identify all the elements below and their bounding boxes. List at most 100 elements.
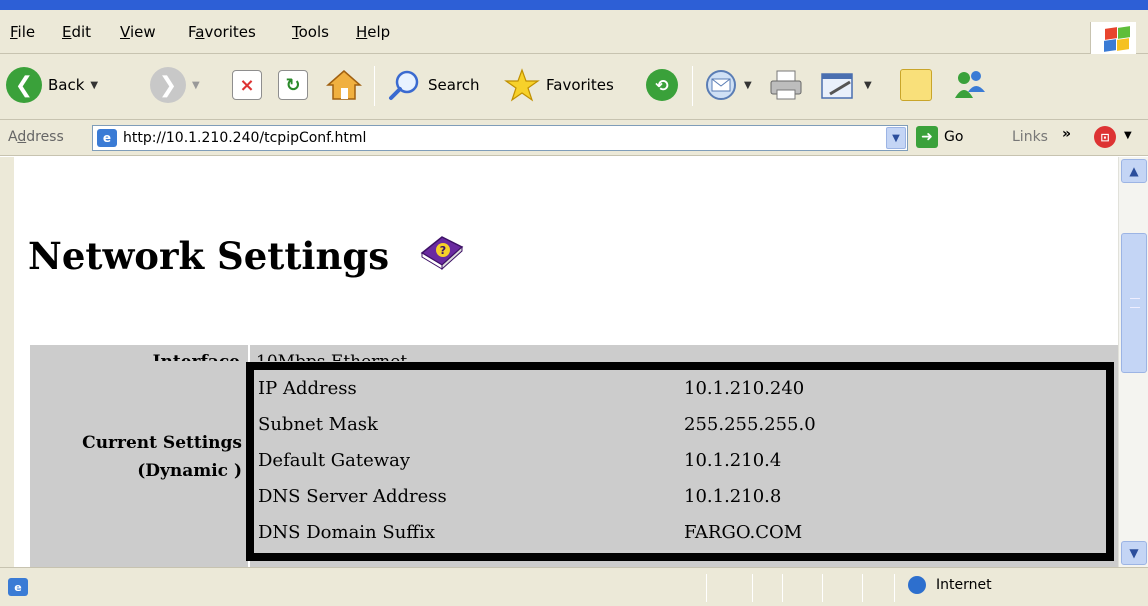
status-divider <box>752 574 753 602</box>
table-row: Default Gateway 10.1.210.4 <box>258 442 1098 478</box>
settings-table: IP Address 10.1.210.240 Subnet Mask 255.… <box>246 362 1114 561</box>
status-divider <box>862 574 863 602</box>
address-bar: Address e http://10.1.210.240/tcpipConf.… <box>0 120 1148 156</box>
current-settings-label-cell: Current Settings (Dynamic ) <box>30 361 248 567</box>
menu-favorites[interactable]: Favorites <box>188 23 256 41</box>
vertical-scrollbar[interactable]: ▲ ▼ <box>1118 157 1148 567</box>
printer-icon <box>770 70 802 100</box>
setting-value: 10.1.210.240 <box>684 378 805 399</box>
menu-view-label: iew <box>129 23 156 41</box>
menu-help-mnemonic: H <box>356 23 368 41</box>
status-divider <box>822 574 823 602</box>
page-title: Network Settings <box>28 234 390 278</box>
edit-dropdown-icon[interactable]: ▼ <box>864 80 872 91</box>
security-zone[interactable]: Internet <box>908 576 992 594</box>
go-arrow-icon: ➜ <box>916 126 938 148</box>
status-bar: e Internet <box>0 567 1148 606</box>
discuss-button[interactable] <box>900 63 932 107</box>
globe-icon <box>908 576 926 594</box>
edit-button[interactable]: ▼ <box>820 63 872 107</box>
menu-tools[interactable]: Tools <box>292 23 329 41</box>
table-row: DNS Server Address 10.1.210.8 <box>258 478 1098 514</box>
scrollbar-thumb[interactable] <box>1121 233 1147 373</box>
menu-bar: File Edit View Favorites Tools Help <box>0 10 1148 56</box>
address-label: Address <box>8 129 64 145</box>
favorites-button[interactable]: Favorites <box>504 63 614 107</box>
content-left-edge <box>0 157 14 567</box>
address-label-mnemonic: d <box>17 129 27 145</box>
forward-button[interactable]: ❯ ▼ <box>150 63 200 107</box>
setting-key: Subnet Mask <box>258 414 378 435</box>
home-icon <box>326 70 362 100</box>
svg-text:?: ? <box>440 244 446 257</box>
refresh-icon: ↻ <box>278 70 308 100</box>
table-row: DNS Domain Suffix FARGO.COM <box>258 514 1098 550</box>
menu-edit[interactable]: Edit <box>62 23 91 41</box>
pdf-toolbar-icon[interactable]: ⊡ <box>1094 126 1116 148</box>
title-bar-strip <box>0 0 1148 10</box>
menu-help[interactable]: Help <box>356 23 390 41</box>
mail-button[interactable]: ▼ <box>704 63 752 107</box>
menu-file[interactable]: File <box>10 23 35 41</box>
standard-toolbar: ❮ Back ▼ ❯ ▼ × ↻ Search Favorites ⟲ ▼ ▼ <box>0 54 1148 120</box>
address-input[interactable]: e http://10.1.210.240/tcpipConf.html ▼ <box>92 125 908 151</box>
messenger-people-icon <box>955 71 985 98</box>
home-button[interactable] <box>326 63 362 107</box>
links-label[interactable]: Links <box>1012 129 1048 145</box>
table-row: IP Address 10.1.210.240 <box>258 370 1098 406</box>
scroll-down-icon[interactable]: ▼ <box>1121 541 1147 565</box>
help-book-icon[interactable]: ? <box>418 231 464 271</box>
setting-value: 255.255.255.0 <box>684 414 816 435</box>
menu-tools-mnemonic: T <box>292 23 299 41</box>
history-icon: ⟲ <box>646 69 678 101</box>
menu-file-mnemonic: F <box>10 23 18 41</box>
address-dropdown-icon[interactable]: ▼ <box>886 127 906 149</box>
mail-icon <box>706 70 736 100</box>
history-button[interactable]: ⟲ <box>646 63 678 107</box>
print-button[interactable] <box>768 63 804 107</box>
edit-page-icon <box>821 73 853 99</box>
settings-table-body: IP Address 10.1.210.240 Subnet Mask 255.… <box>254 370 1106 553</box>
favorites-button-label: Favorites <box>546 76 614 94</box>
address-label-rest: dress <box>26 129 64 145</box>
messenger-button[interactable] <box>952 63 988 107</box>
back-arrow-icon: ❮ <box>6 67 42 103</box>
back-button[interactable]: ❮ Back ▼ <box>6 63 98 107</box>
forward-dropdown-icon[interactable]: ▼ <box>192 80 200 91</box>
setting-value: 10.1.210.8 <box>684 486 782 507</box>
toolbar-separator <box>692 66 693 106</box>
address-label-pre: A <box>8 129 18 145</box>
scrollbar-grip-icon <box>1130 298 1140 308</box>
go-button-label: Go <box>944 129 964 145</box>
menu-favorites-label: vorites <box>204 23 256 41</box>
menu-view-mnemonic: V <box>120 23 130 41</box>
pdf-dropdown-icon[interactable]: ▼ <box>1124 130 1132 141</box>
note-icon <box>900 69 932 101</box>
setting-key: DNS Domain Suffix <box>258 522 435 543</box>
go-button[interactable]: ➜ Go <box>916 126 963 148</box>
table-row: Subnet Mask 255.255.255.0 <box>258 406 1098 442</box>
setting-key: DNS Server Address <box>258 486 447 507</box>
mail-dropdown-icon[interactable]: ▼ <box>744 80 752 91</box>
stop-button[interactable]: × <box>232 63 262 107</box>
setting-key: IP Address <box>258 378 357 399</box>
menu-edit-label: dit <box>71 23 92 41</box>
scroll-up-icon[interactable]: ▲ <box>1121 159 1147 183</box>
links-chevron-icon[interactable]: » <box>1062 126 1071 142</box>
setting-key: Default Gateway <box>258 450 411 471</box>
current-settings-label: Current Settings <box>82 433 242 453</box>
menu-help-label: elp <box>367 23 391 41</box>
status-divider <box>782 574 783 602</box>
search-button[interactable]: Search <box>388 63 480 107</box>
current-settings-mode: (Dynamic ) <box>137 461 242 481</box>
menu-file-label: ile <box>17 23 36 41</box>
zone-label: Internet <box>936 577 992 593</box>
back-dropdown-icon[interactable]: ▼ <box>90 80 98 91</box>
refresh-button[interactable]: ↻ <box>278 63 308 107</box>
menu-view[interactable]: View <box>120 23 156 41</box>
page-status-icon: e <box>8 578 28 596</box>
address-url[interactable]: http://10.1.210.240/tcpipConf.html <box>123 130 366 146</box>
forward-arrow-icon: ❯ <box>150 67 186 103</box>
back-button-label: Back <box>48 76 85 94</box>
setting-value: FARGO.COM <box>684 522 803 543</box>
